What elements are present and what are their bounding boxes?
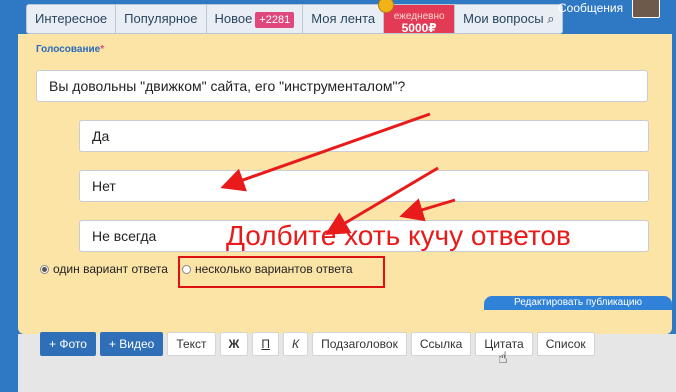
messages-label: Сообщения xyxy=(558,1,624,15)
add-photo-button[interactable]: + Фото xyxy=(40,332,96,356)
tab-my-questions[interactable]: Мои вопросы ⌕ xyxy=(455,5,562,33)
poll-option-input[interactable]: Нет xyxy=(79,170,649,202)
bold-button[interactable]: Ж xyxy=(219,332,249,356)
right-background xyxy=(672,34,676,334)
annotation-highlight-box xyxy=(178,256,385,288)
left-background xyxy=(0,0,18,392)
editor-toolbar: + Фото + Видео Текст Ж П К Подзаголовок … xyxy=(40,332,595,356)
tab-label: Моя лента xyxy=(311,11,376,26)
poll-question-input[interactable]: Вы довольны "движком" сайта, его "инстру… xyxy=(36,70,648,102)
subheading-button[interactable]: Подзаголовок xyxy=(312,332,407,356)
required-mark: * xyxy=(100,44,105,55)
tab-label: Мои вопросы xyxy=(463,11,544,26)
tab-label: Популярное xyxy=(124,11,198,26)
tab-label: Интересное xyxy=(35,11,108,26)
poll-option-text: Да xyxy=(92,128,110,144)
poll-option-text: Нет xyxy=(92,178,116,194)
search-icon: ⌕ xyxy=(547,11,555,26)
annotation-text: Долбите хоть кучу ответов xyxy=(226,220,571,251)
radio-label: один вариант ответа xyxy=(53,262,168,276)
hand-cursor-icon: ☝ xyxy=(498,350,508,367)
messages-link[interactable]: Сообщения xyxy=(558,0,623,18)
radio-checked-icon xyxy=(40,264,49,274)
avatar[interactable] xyxy=(632,0,660,18)
tab-interesting[interactable]: Интересное xyxy=(27,5,117,33)
add-video-button[interactable]: + Видео xyxy=(99,332,164,356)
underline-button[interactable]: П xyxy=(252,332,280,356)
nav-tabs: Интересное Популярное Новое +2281 Моя лен… xyxy=(26,0,564,35)
link-button[interactable]: Ссылка xyxy=(410,332,472,356)
list-button[interactable]: Список xyxy=(536,332,595,356)
tab-my-feed[interactable]: Моя лента xyxy=(303,5,385,33)
poll-option-text: Не всегда xyxy=(92,228,157,244)
poll-label: Голосование* xyxy=(36,44,104,55)
new-count-badge: +2281 xyxy=(255,12,295,28)
top-navigation: Интересное Популярное Новое +2281 Моя лен… xyxy=(0,0,676,36)
tab-new[interactable]: Новое +2281 xyxy=(207,5,304,33)
italic-button[interactable]: К xyxy=(283,332,309,356)
poll-question-text: Вы довольны "движком" сайта, его "инстру… xyxy=(49,78,406,94)
radio-single-answer[interactable]: один вариант ответа xyxy=(40,262,168,276)
edit-publication-button[interactable]: Редактировать публикацию xyxy=(484,296,672,310)
poll-option-input[interactable]: Да xyxy=(79,120,649,152)
tab-label: Новое xyxy=(214,11,253,26)
poll-label-text: Голосование xyxy=(36,44,101,55)
tab-popular[interactable]: Популярное xyxy=(116,5,207,33)
text-button[interactable]: Текст xyxy=(167,332,216,356)
promo-banner[interactable]: ежедневно 5000₽ xyxy=(378,0,456,35)
